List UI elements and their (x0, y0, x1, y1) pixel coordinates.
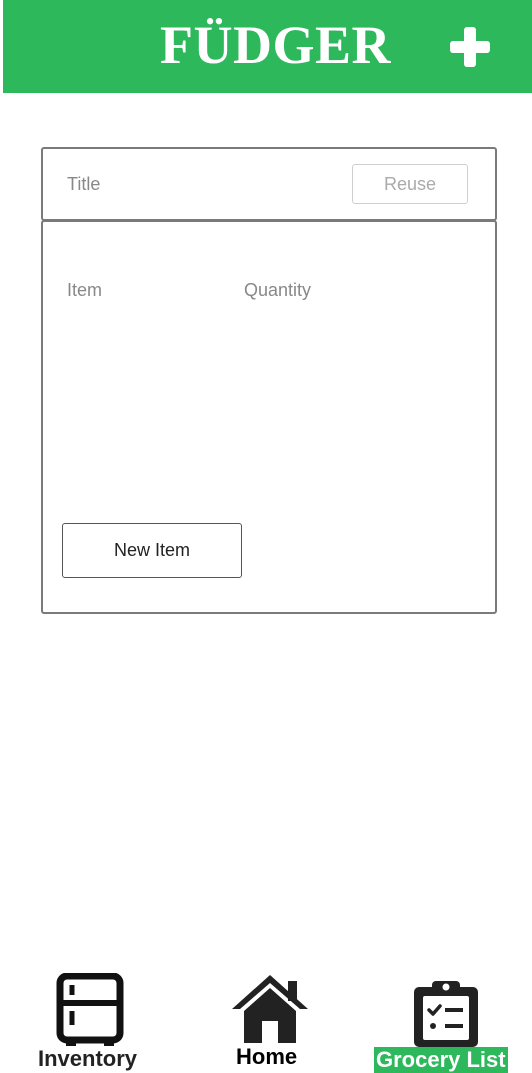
house-icon (232, 975, 308, 1043)
quantity-input[interactable] (242, 274, 446, 306)
app-header: FÜDGER (3, 0, 532, 93)
nav-item-grocery-list[interactable]: Grocery List (374, 975, 532, 1073)
nav-item-inventory[interactable]: Inventory (30, 970, 155, 1072)
add-list-button[interactable] (450, 27, 490, 67)
title-input[interactable] (65, 163, 329, 205)
fridge-icon (56, 973, 124, 1046)
nav-label-inventory: Inventory (38, 1046, 138, 1071)
nav-label-grocery-list: Grocery List (374, 1047, 508, 1073)
nav-item-home[interactable]: Home (220, 970, 320, 1072)
reuse-button[interactable]: Reuse (352, 164, 468, 204)
new-item-button[interactable]: New Item (62, 523, 242, 578)
item-input[interactable] (65, 274, 229, 306)
nav-label-home: Home (236, 1044, 298, 1069)
clipboard-list-icon (414, 981, 478, 1047)
list-items-section: New Item (41, 220, 497, 614)
list-title-section: Reuse (41, 147, 497, 221)
